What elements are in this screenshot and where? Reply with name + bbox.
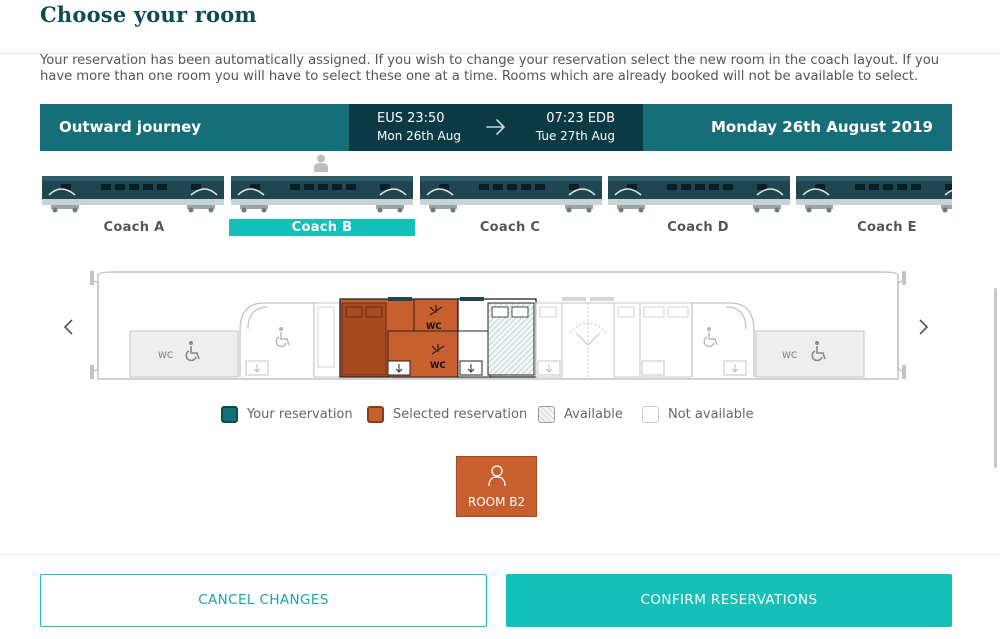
divider xyxy=(0,554,1000,555)
person-icon xyxy=(488,465,506,487)
arrival-date: Tue 27th Aug xyxy=(535,129,615,143)
scrollbar[interactable] xyxy=(994,288,997,468)
coach-label[interactable]: Coach C xyxy=(417,219,603,236)
person-icon xyxy=(314,154,328,172)
journey-bar: Outward journey EUS 23:50 Mon 26th Aug 0… xyxy=(40,104,952,151)
coach-b-image[interactable] xyxy=(230,173,414,213)
legend-label: Available xyxy=(564,406,623,422)
legend-label: Not available xyxy=(668,406,754,422)
chevron-right-icon[interactable] xyxy=(916,318,930,336)
journey-label: Outward journey xyxy=(59,118,202,136)
swatch-available xyxy=(538,405,555,423)
coach-label[interactable]: Coach E xyxy=(794,219,980,236)
legend-label: Selected reservation xyxy=(393,406,528,422)
room-b3[interactable]: WC xyxy=(457,298,537,378)
legend-your-reservation: Your reservation xyxy=(221,405,353,423)
journey-date: Monday 26th August 2019 xyxy=(710,118,933,136)
wc-label: WC xyxy=(782,351,797,361)
selected-room-label: ROOM B2 xyxy=(467,495,526,509)
wc-accessible-right: WC xyxy=(755,330,865,378)
swatch-selected-reservation xyxy=(367,405,384,423)
legend-selected-reservation: Selected reservation xyxy=(367,405,527,423)
intro-text: Your reservation has been automatically … xyxy=(40,53,940,84)
coach-label[interactable]: Coach D xyxy=(605,219,791,236)
legend-label: Your reservation xyxy=(247,406,353,422)
chevron-left-icon[interactable] xyxy=(62,318,76,336)
cancel-changes-button[interactable]: CANCEL CHANGES xyxy=(40,574,487,627)
swatch-your-reservation xyxy=(221,405,238,423)
journey-times: EUS 23:50 Mon 26th Aug 07:23 EDB Tue 27t… xyxy=(349,104,643,151)
departure-station: EUS 23:50 xyxy=(377,111,445,126)
wc-label: WC xyxy=(430,361,446,371)
legend-available: Available xyxy=(538,405,623,423)
selected-room-chip[interactable]: ROOM B2 xyxy=(456,456,537,517)
coach-c-image[interactable] xyxy=(419,173,603,213)
departure-date: Mon 26th Aug xyxy=(377,129,461,143)
arrival-station: 07:23 EDB xyxy=(546,111,615,126)
coach-label[interactable]: Coach A xyxy=(41,219,227,236)
coach-layout: WC WC WC WC xyxy=(89,271,907,380)
coach-d-image[interactable] xyxy=(607,173,791,213)
confirm-reservations-button[interactable]: CONFIRM RESERVATIONS xyxy=(506,574,952,627)
arrow-right-icon xyxy=(486,119,505,135)
coach-a-image[interactable] xyxy=(41,173,225,213)
wc-accessible-left: WC xyxy=(129,330,239,378)
coach-label-selected[interactable]: Coach B xyxy=(229,219,415,236)
page-title: Choose your room xyxy=(40,2,257,27)
swatch-not-available xyxy=(642,405,659,423)
legend-not-available: Not available xyxy=(642,405,754,423)
coach-e-image[interactable] xyxy=(795,173,952,213)
wc-label: WC xyxy=(158,351,173,361)
wc-label: WC xyxy=(426,322,442,332)
